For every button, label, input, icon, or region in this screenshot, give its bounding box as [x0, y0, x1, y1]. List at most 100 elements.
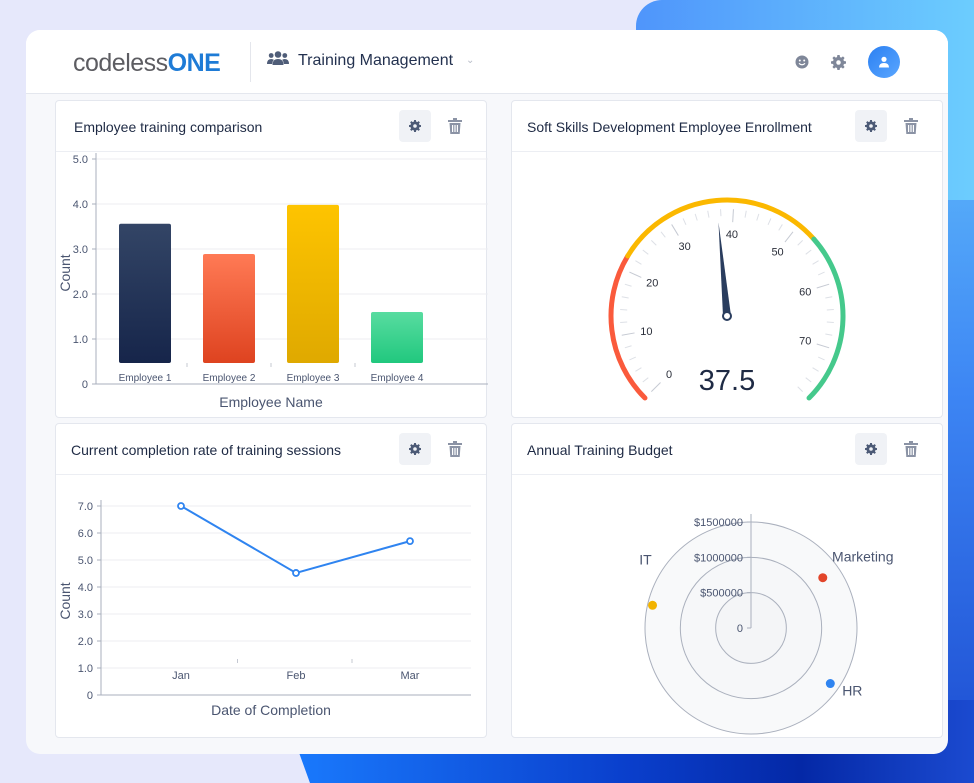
app-window: codelessONE Training Management ⌄ Employ… [26, 30, 948, 754]
gauge-tick [825, 296, 833, 299]
x-axis-title: Date of Completion [211, 702, 331, 718]
x-axis-title: Employee Name [219, 394, 323, 410]
gauge-tick [694, 213, 698, 221]
logo-text: codeless [73, 49, 168, 77]
gauge-tick-label: 40 [726, 229, 738, 241]
gauge-tick [817, 356, 825, 361]
radial-tick-label: 0 [737, 623, 743, 635]
y-axis-title: Count [57, 254, 73, 291]
y-tick-label: 0 [82, 379, 88, 391]
gauge-tick [682, 218, 687, 226]
category-label: HR [842, 683, 862, 699]
user-avatar-icon [879, 56, 889, 68]
gauge-pivot [722, 311, 732, 321]
logo-text-brand: ONE [167, 49, 221, 77]
data-point [406, 537, 414, 545]
gauge-tick [660, 231, 666, 238]
y-tick-label: 6.0 [78, 528, 93, 540]
x-tick-label: Mar [401, 670, 420, 682]
users-icon [267, 50, 289, 71]
x-tick-label: Employee 2 [203, 373, 256, 384]
gear-icon[interactable] [828, 52, 848, 72]
app-name: Training Management [298, 51, 454, 69]
line-chart: 0 1.0 2.0 3.0 4.0 5.0 6.0 7.0 Jan Feb Mar Date of C… [57, 500, 471, 718]
bar [287, 204, 339, 363]
gauge-tick [825, 333, 833, 336]
polar-chart: 0 $500000 $1000000 $1500000 Marketing HR IT [639, 514, 894, 735]
widget-annual-training-budget: Annual Training Budget 0 $500000 $1000000 $… [511, 423, 943, 738]
gauge-tick [797, 239, 804, 246]
data-point [177, 502, 185, 510]
gauge-tick [635, 260, 642, 265]
y-tick-label: 3.0 [78, 609, 93, 621]
y-tick-label: 5.0 [78, 555, 93, 567]
user-avatar[interactable] [868, 46, 900, 78]
x-tick-label: Employee 4 [371, 373, 424, 384]
gauge-tick [671, 224, 679, 236]
gauge-tick-label: 30 [678, 241, 690, 253]
category-label: IT [639, 551, 652, 567]
x-tick-label: Jan [172, 670, 190, 682]
gauge-tick [816, 283, 830, 289]
top-bar: codelessONE Training Management ⌄ [26, 30, 948, 94]
x-tick-label: Feb [287, 670, 306, 682]
radial-tick-label: $1500000 [694, 517, 743, 529]
app-switcher[interactable]: Training Management ⌄ [267, 50, 474, 71]
y-tick-label: 4.0 [73, 199, 88, 211]
gauge-tick [756, 213, 760, 221]
gauge-tick-label: 70 [799, 335, 811, 347]
gauge-tick [650, 239, 657, 246]
gauge-tick [817, 271, 825, 276]
gauge-tick-label: 60 [799, 287, 811, 299]
widget-employee-training-comparison: Employee training comparison 0 1.0 2.0 3.0 4… [55, 100, 488, 418]
gauge-tick [629, 271, 642, 278]
gauge-tick [805, 249, 812, 255]
data-point [818, 573, 828, 583]
gauge-tick [816, 343, 830, 349]
gauge-tick [744, 210, 747, 218]
x-tick-label: Employee 3 [287, 373, 340, 384]
gauge-tick-label: 50 [771, 246, 783, 258]
gauge-tick [732, 209, 734, 223]
logo[interactable]: codelessONE [73, 49, 221, 78]
y-tick-label: 3.0 [73, 244, 88, 256]
radial-tick-label: $500000 [700, 588, 743, 600]
category-label: Marketing [832, 549, 893, 565]
gauge-tick [805, 377, 812, 383]
data-point [648, 600, 658, 610]
widget-completion-rate: Current completion rate of training sess… [55, 423, 487, 738]
y-tick-label: 5.0 [73, 154, 88, 166]
bar [119, 223, 171, 363]
x-tick-label: Employee 1 [119, 373, 172, 384]
y-tick-label: 1.0 [73, 334, 88, 346]
gauge-value: 37.5 [699, 365, 755, 397]
widget-soft-skills-enrollment: Soft Skills Development Employee Enrollm… [511, 100, 943, 418]
smiley-icon[interactable] [792, 52, 812, 72]
y-tick-label: 7.0 [78, 501, 93, 513]
data-point [292, 569, 300, 577]
gauge-tick [642, 377, 649, 383]
gauge-tick [797, 386, 804, 393]
gauge-tick [624, 345, 632, 349]
gauge-tick [650, 382, 661, 393]
chevron-down-icon: ⌄ [466, 55, 475, 66]
gauge-tick [767, 218, 772, 226]
gauge-tick-label: 20 [646, 277, 658, 289]
gauge-tick [778, 224, 783, 231]
gauge-tick [621, 296, 629, 299]
gauge-tick-label: 0 [666, 369, 672, 381]
bar [203, 253, 255, 363]
y-tick-label: 2.0 [73, 289, 88, 301]
gauge-tick [635, 367, 642, 372]
data-point [825, 679, 835, 689]
gauge-tick [642, 249, 649, 255]
bar [371, 312, 423, 363]
gauge-tick [707, 210, 710, 218]
y-tick-label: 4.0 [78, 582, 93, 594]
gauge-tick [629, 356, 637, 361]
gauge-chart: 37.5 0 10 20 30 40 50 60 70 [608, 197, 846, 401]
gauge-tick [812, 260, 819, 265]
divider [250, 42, 251, 82]
gauge-tick [621, 332, 635, 336]
bar-chart: 0 1.0 2.0 3.0 4.0 5.0 Employee 1 Employee 2 Empl… [57, 153, 488, 410]
